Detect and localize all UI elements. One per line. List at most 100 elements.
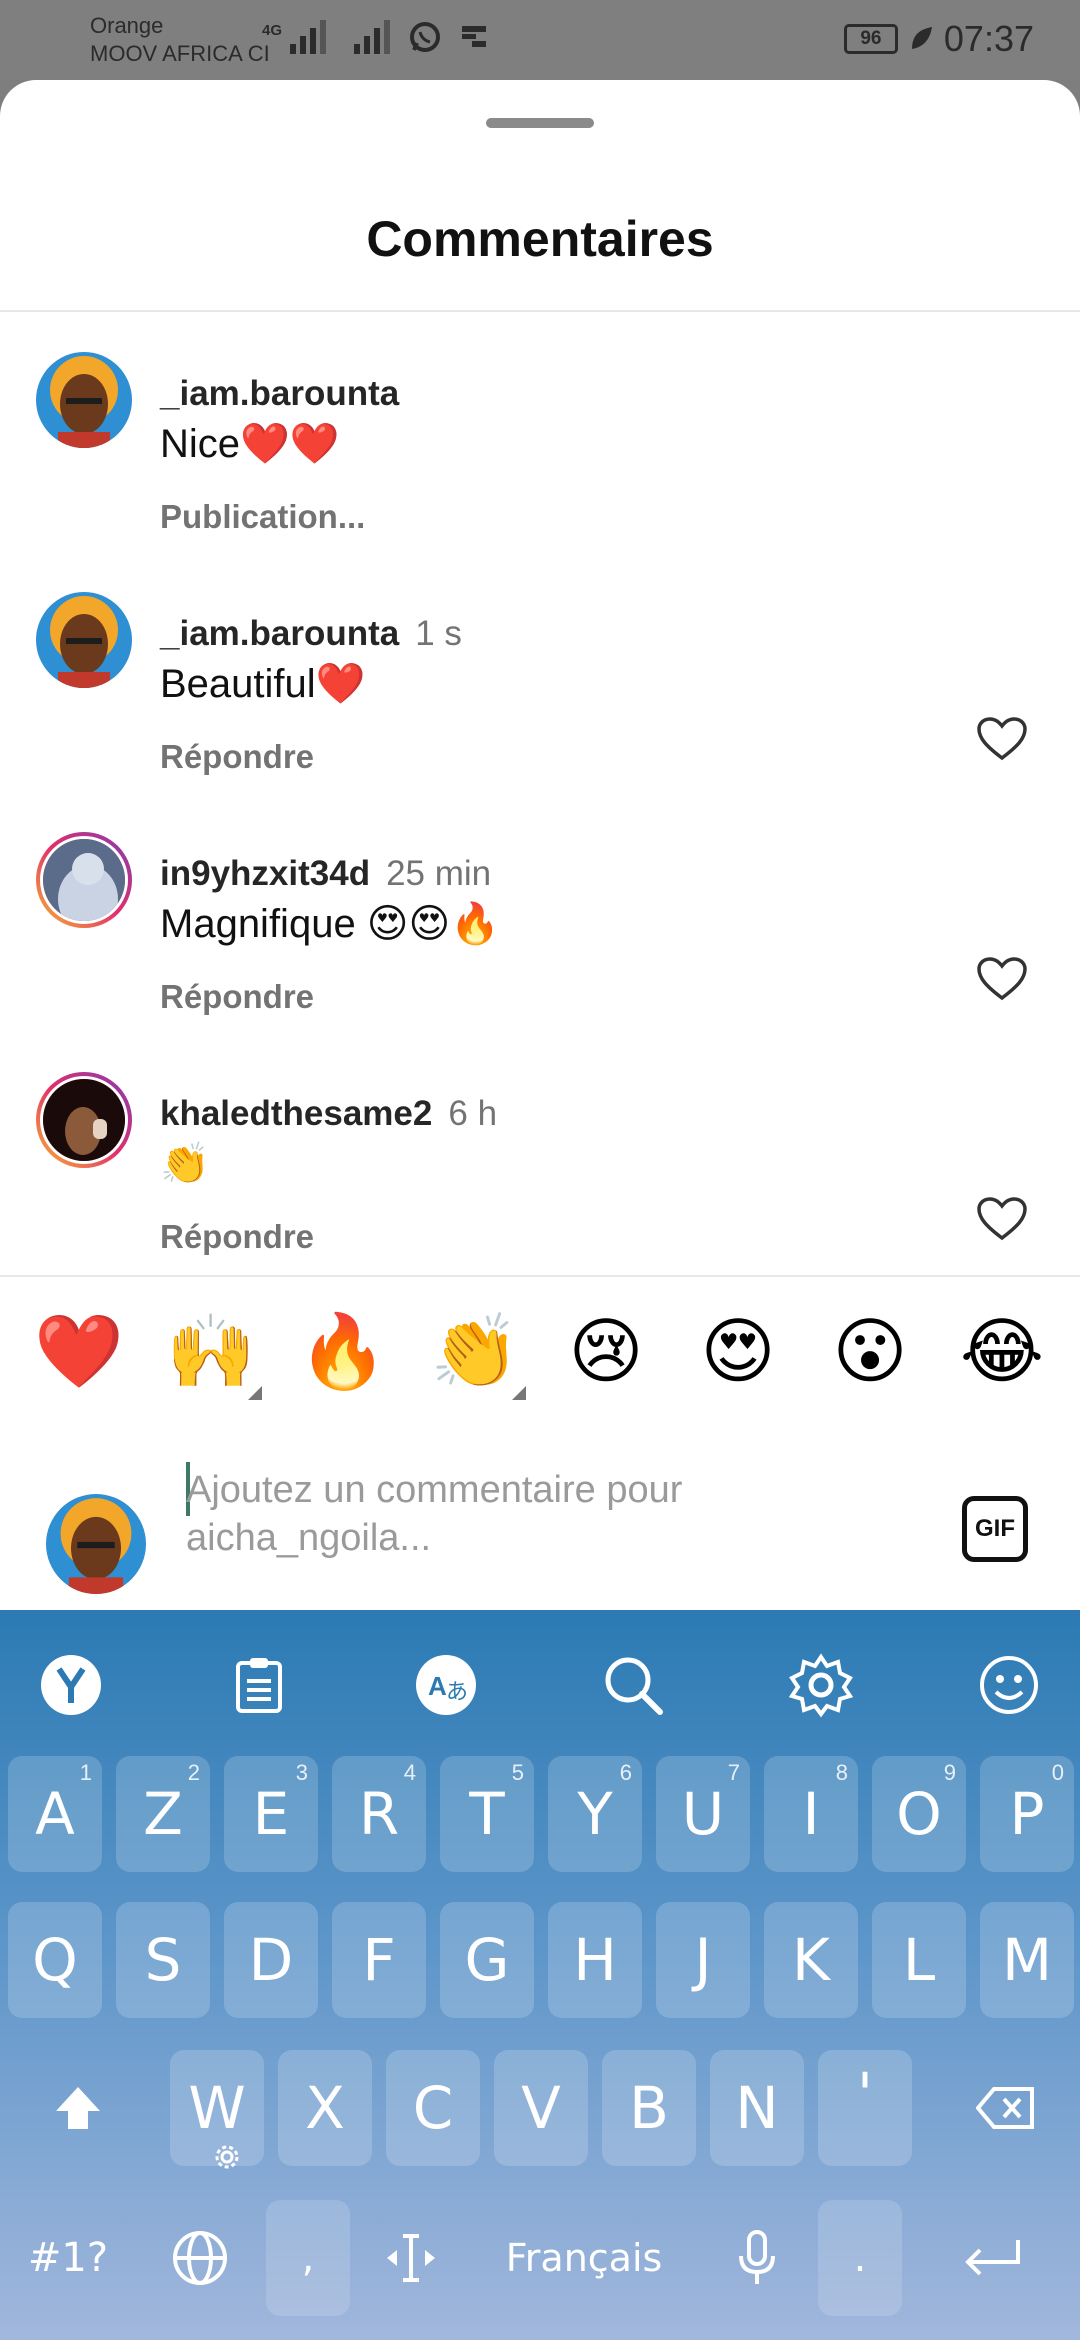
key-l[interactable]: L [872,1902,966,2018]
reply-button[interactable]: Répondre [160,738,314,776]
status-bar: Orange MOOV AFRICA CI 4G 96 07:37 [0,0,1080,80]
quick-emoji-laughing[interactable]: 😂 [958,1308,1046,1396]
comment-username[interactable]: _iam.barounta [160,374,399,414]
key-label: U [681,1780,725,1848]
comment-time: 6 h [448,1094,498,1133]
key-q[interactable]: Q [8,1902,102,2018]
signal-icon [290,20,326,54]
key-s[interactable]: S [116,1902,210,2018]
quick-emoji-crying[interactable]: 😢 [562,1308,650,1396]
key-x[interactable]: X [278,2050,372,2166]
comment-time: 25 min [386,854,492,893]
key-number-hint: 0 [1051,1760,1064,1785]
leaf-icon [911,27,932,49]
key-b[interactable]: B [602,2050,696,2166]
status-icons [290,20,488,54]
comment-username[interactable]: khaledthesame2 6 h [160,1094,497,1134]
key-apostrophe[interactable]: ' [818,2050,912,2166]
key-number-hint: 1 [79,1760,92,1785]
username-text[interactable]: khaledthesame2 [160,1094,432,1133]
enter-icon [965,2240,1020,2276]
like-heart-icon[interactable] [976,956,1028,1002]
key-p[interactable]: P0 [980,1756,1074,1872]
quick-emoji-heart-eyes[interactable]: 😍 [694,1308,782,1396]
whatsapp-icon [410,22,440,52]
comments-sheet: Commentaires _iam.barounta Nice❤️❤️ Publ… [0,80,1080,1610]
username-text[interactable]: in9yhzxit34d [160,854,370,893]
key-a[interactable]: A1 [8,1756,102,1872]
like-heart-icon[interactable] [976,1196,1028,1242]
key-label: Y [577,1780,613,1848]
comment-username[interactable]: _iam.barounta 1 s [160,614,462,654]
key-label: P [1009,1780,1045,1848]
emoji-icon[interactable] [974,1650,1044,1720]
key-number-hint: 3 [295,1760,308,1785]
key-y[interactable]: Y6 [548,1756,642,1872]
posting-status: Publication... [160,498,366,535]
carrier-info: Orange MOOV AFRICA CI [90,12,270,68]
backspace-icon [976,2087,1034,2129]
voice-input-key[interactable] [710,2200,804,2316]
space-key[interactable]: Français [470,2200,698,2316]
shift-key[interactable] [8,2050,148,2166]
drag-handle[interactable] [486,118,594,128]
gif-button[interactable]: GIF [962,1496,1028,1562]
translate-icon[interactable]: Aあ [411,1650,481,1720]
key-number-hint: 2 [187,1760,200,1785]
quick-emoji-clap[interactable]: 👏 [430,1308,520,1396]
quick-emoji-fire[interactable]: 🔥 [298,1308,388,1396]
avatar[interactable] [36,592,132,688]
comment-input[interactable]: Ajoutez un commentaire pour aicha_ngoila… [186,1466,746,1562]
svg-text:A: A [428,1671,447,1701]
settings-icon[interactable] [786,1650,856,1720]
clipboard-icon[interactable] [224,1650,294,1720]
key-number-hint: 6 [619,1760,632,1785]
comment-username[interactable]: in9yhzxit34d 25 min [160,854,491,894]
key-z[interactable]: Z2 [116,1756,210,1872]
key-d[interactable]: D [224,1902,318,2018]
key-r[interactable]: R4 [332,1756,426,1872]
key-m[interactable]: M [980,1902,1074,2018]
search-icon[interactable] [598,1650,668,1720]
key-label: O [896,1780,942,1848]
avatar[interactable] [36,352,132,448]
comma-key[interactable]: , [266,2200,350,2316]
username-text[interactable]: _iam.barounta [160,614,399,653]
quick-emoji-surprised[interactable]: 😮 [826,1308,914,1396]
key-number-hint: 8 [835,1760,848,1785]
key-label: Z [143,1780,183,1848]
avatar-story-ring[interactable] [36,832,132,928]
key-u[interactable]: U7 [656,1756,750,1872]
key-h[interactable]: H [548,1902,642,2018]
backspace-key[interactable] [936,2050,1076,2166]
yandex-icon[interactable] [36,1650,106,1720]
key-t[interactable]: T5 [440,1756,534,1872]
cursor-key[interactable] [364,2200,458,2316]
key-f[interactable]: F [332,1902,426,2018]
avatar-story-ring[interactable] [36,1072,132,1168]
key-number-hint: 4 [403,1760,416,1785]
key-k[interactable]: K [764,1902,858,2018]
reply-button[interactable]: Répondre [160,978,314,1016]
key-n[interactable]: N [710,2050,804,2166]
key-v[interactable]: V [494,2050,588,2166]
period-key[interactable]: . [818,2200,902,2316]
key-c[interactable]: C [386,2050,480,2166]
microphone-icon [739,2230,775,2284]
key-e[interactable]: E3 [224,1756,318,1872]
language-key[interactable] [140,2200,260,2316]
quick-emoji-raised-hands[interactable]: 🙌 [166,1308,256,1396]
like-heart-icon[interactable] [976,716,1028,762]
key-j[interactable]: J [656,1902,750,2018]
key-g[interactable]: G [440,1902,534,2018]
key-i[interactable]: I8 [764,1756,858,1872]
key-o[interactable]: O9 [872,1756,966,1872]
username-text[interactable]: _iam.barounta [160,374,399,413]
svg-text:あ: あ [446,1680,468,1705]
keyboard: Aあ A1 Z2 E3 R4 T5 Y6 U7 I8 O9 P0 Q S D F… [0,1610,1080,2340]
shift-icon [56,2087,100,2129]
reply-button[interactable]: Répondre [160,1218,314,1256]
enter-key[interactable] [924,2200,1064,2316]
symbols-key[interactable]: #1? [8,2200,128,2316]
quick-emoji-heart[interactable]: ❤️ [34,1308,124,1396]
